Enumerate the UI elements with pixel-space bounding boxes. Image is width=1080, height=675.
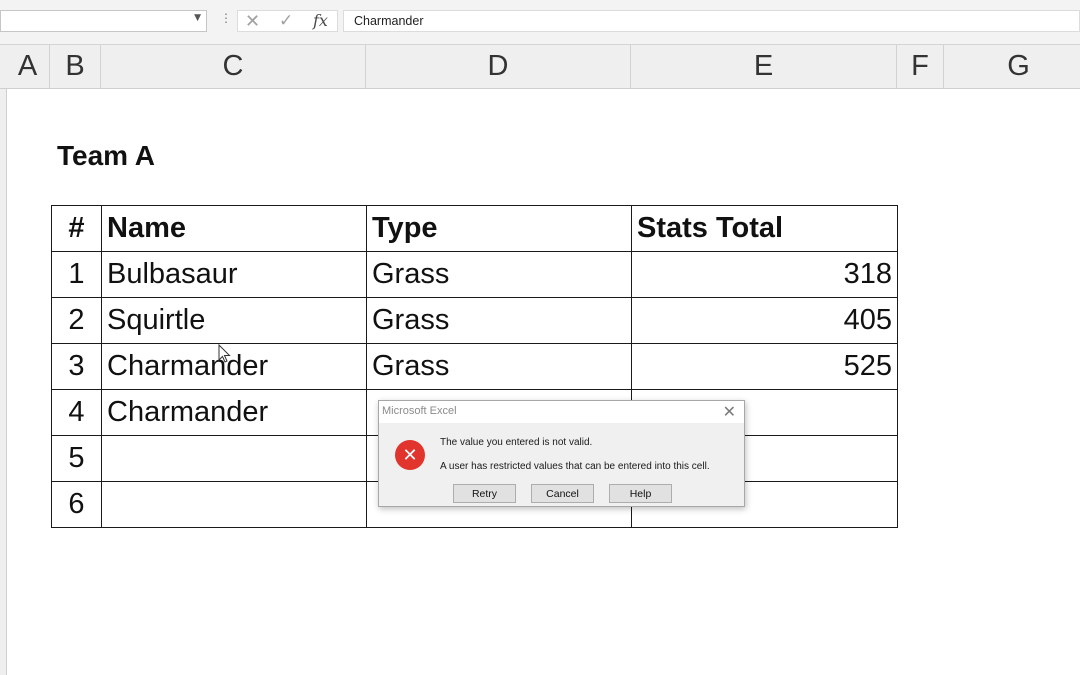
sheet-title[interactable]: Team A (57, 140, 155, 172)
formula-input[interactable]: Charmander (343, 10, 1080, 32)
cell-name[interactable]: Bulbasaur (101, 251, 367, 298)
cell-type[interactable]: Grass (366, 343, 632, 390)
table-row: 1 Bulbasaur Grass 318 (51, 251, 898, 298)
column-header-g[interactable]: G (944, 45, 1080, 88)
header-cell-stats[interactable]: Stats Total (631, 205, 898, 252)
dialog-title: Microsoft Excel (382, 405, 457, 417)
cell-stats[interactable]: 318 (631, 251, 898, 298)
formula-tools: ✕ ✓ fx (237, 10, 338, 32)
dialog-titlebar: Microsoft Excel ✕ (379, 401, 744, 423)
table-header-row: # Name Type Stats Total (51, 205, 898, 252)
cell-name[interactable] (101, 435, 367, 482)
cell-name[interactable]: Charmander (101, 389, 367, 436)
cell-name[interactable] (101, 481, 367, 528)
cell-type[interactable]: Grass (366, 251, 632, 298)
column-header-a[interactable]: A (6, 45, 50, 88)
table-row: 2 Squirtle Grass 405 (51, 297, 898, 344)
insert-function-icon[interactable]: fx (313, 11, 328, 30)
error-icon: ✕ (395, 440, 425, 470)
enter-check-icon[interactable]: ✓ (279, 11, 293, 31)
cell-number[interactable]: 3 (51, 343, 102, 390)
column-header-c[interactable]: C (101, 45, 366, 88)
cell-number[interactable]: 2 (51, 297, 102, 344)
cell-type[interactable]: Grass (366, 297, 632, 344)
cell-name[interactable]: Squirtle (101, 297, 367, 344)
cell-number[interactable]: 1 (51, 251, 102, 298)
column-header-e[interactable]: E (631, 45, 897, 88)
row-header-strip[interactable] (0, 89, 7, 675)
close-icon[interactable]: ✕ (723, 402, 736, 421)
column-header-f[interactable]: F (897, 45, 944, 88)
column-header-b[interactable]: B (50, 45, 101, 88)
name-box[interactable]: ▼ (0, 10, 207, 32)
cancel-icon[interactable]: ✕ (245, 11, 260, 32)
cell-number[interactable]: 4 (51, 389, 102, 436)
cell-number[interactable]: 6 (51, 481, 102, 528)
formula-bar: ▼ ⋮ ✕ ✓ fx Charmander (0, 0, 1080, 45)
help-button[interactable]: Help (609, 484, 672, 503)
cell-stats[interactable]: 405 (631, 297, 898, 344)
cell-stats[interactable]: 525 (631, 343, 898, 390)
table-row: 3 Charmander Grass 525 (51, 343, 898, 390)
chevron-down-icon[interactable]: ▼ (194, 13, 201, 23)
more-options-icon[interactable]: ⋮ (220, 12, 232, 24)
validation-error-dialog: Microsoft Excel ✕ ✕ The value you entere… (378, 400, 745, 507)
mouse-cursor-icon (218, 344, 231, 363)
header-cell-name[interactable]: Name (101, 205, 367, 252)
dialog-message: The value you entered is not valid. (440, 437, 593, 448)
column-header-d[interactable]: D (366, 45, 631, 88)
retry-button[interactable]: Retry (453, 484, 516, 503)
cancel-button[interactable]: Cancel (531, 484, 594, 503)
column-header-row: A B C D E F G (0, 45, 1080, 89)
cell-name[interactable]: Charmander (101, 343, 367, 390)
header-cell-number[interactable]: # (51, 205, 102, 252)
dialog-detail: A user has restricted values that can be… (440, 461, 710, 472)
header-cell-type[interactable]: Type (366, 205, 632, 252)
cell-number[interactable]: 5 (51, 435, 102, 482)
